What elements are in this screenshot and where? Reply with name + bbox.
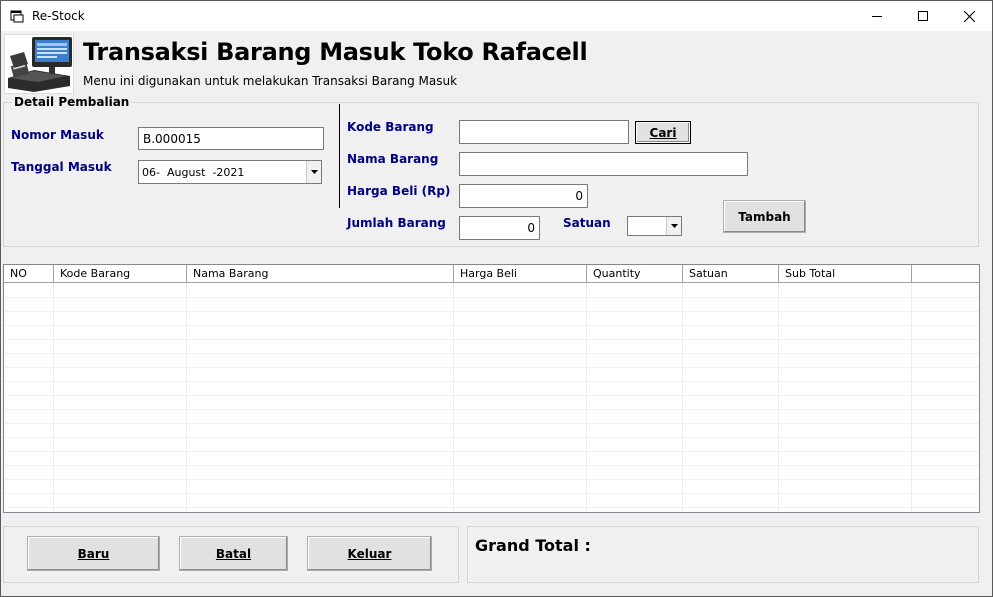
chevron-down-icon: [670, 224, 678, 228]
chevron-down-icon: [310, 170, 318, 174]
table-header: NO Kode Barang Nama Barang Harga Beli Qu…: [4, 265, 979, 283]
grid-row-line: [4, 507, 979, 508]
app-window-icon: [10, 10, 24, 23]
title-bar: Re-Stock: [1, 1, 992, 31]
grid-row-line: [4, 479, 979, 480]
baru-button[interactable]: Baru: [27, 536, 160, 571]
batal-button[interactable]: Batal: [179, 536, 288, 571]
nomor-masuk-label: Nomor Masuk: [11, 128, 104, 142]
table-body: [4, 283, 979, 512]
cari-button[interactable]: Cari: [635, 121, 691, 144]
grid-row-line: [4, 437, 979, 438]
keluar-button-label: Keluar: [347, 546, 392, 561]
nomor-masuk-field[interactable]: B.000015: [138, 127, 324, 150]
close-button[interactable]: [946, 1, 992, 31]
grid-row-line: [4, 409, 979, 410]
grid-row-line: [4, 311, 979, 312]
kode-barang-label: Kode Barang: [347, 120, 434, 134]
column-header-satuan[interactable]: Satuan: [683, 265, 779, 282]
maximize-button[interactable]: [900, 1, 946, 31]
items-table[interactable]: NO Kode Barang Nama Barang Harga Beli Qu…: [3, 264, 980, 513]
grid-row-line: [4, 493, 979, 494]
tambah-button[interactable]: Tambah: [723, 200, 806, 233]
grid-row-line: [4, 339, 979, 340]
harga-beli-label: Harga Beli (Rp): [347, 184, 451, 198]
page-title: Transaksi Barang Masuk Toko Rafacell: [83, 38, 588, 66]
column-header-filler: [912, 265, 979, 282]
kode-barang-field[interactable]: [459, 120, 629, 144]
window-title: Re-Stock: [32, 9, 85, 23]
maximize-icon: [918, 11, 928, 21]
keluar-button[interactable]: Keluar: [307, 536, 432, 571]
harga-beli-field[interactable]: 0: [459, 184, 588, 208]
nama-barang-label: Nama Barang: [347, 152, 439, 166]
detail-group-label: Detail Pembalian: [12, 95, 132, 109]
grand-total-label: Grand Total :: [475, 536, 591, 555]
cash-register-icon: [4, 34, 74, 94]
satuan-label: Satuan: [563, 216, 611, 230]
grid-row-line: [4, 367, 979, 368]
tanggal-masuk-label: Tanggal Masuk: [11, 160, 112, 174]
grid-row-line: [4, 451, 979, 452]
column-header-quantity[interactable]: Quantity: [587, 265, 683, 282]
column-header-kode-barang[interactable]: Kode Barang: [54, 265, 187, 282]
grid-row-line: [4, 395, 979, 396]
minimize-button[interactable]: [854, 1, 900, 31]
satuan-dropdown-button[interactable]: [666, 217, 681, 235]
column-header-harga-beli[interactable]: Harga Beli: [454, 265, 587, 282]
column-header-sub-total[interactable]: Sub Total: [779, 265, 912, 282]
column-header-nama-barang[interactable]: Nama Barang: [187, 265, 454, 282]
nama-barang-field[interactable]: [459, 152, 748, 176]
jumlah-barang-field[interactable]: 0: [459, 216, 540, 240]
satuan-select[interactable]: [627, 216, 682, 236]
page-subtitle: Menu ini digunakan untuk melakukan Trans…: [83, 74, 458, 88]
grid-row-line: [4, 325, 979, 326]
cari-button-label: Cari: [649, 125, 677, 140]
date-dropdown-button[interactable]: [306, 161, 321, 183]
tanggal-masuk-value: 06- August -2021: [142, 165, 245, 179]
grid-row-line: [4, 465, 979, 466]
grid-row-line: [4, 353, 979, 354]
tambah-button-label: Tambah: [738, 209, 791, 224]
minimize-icon: [872, 16, 882, 17]
grid-row-line: [4, 381, 979, 382]
grid-row-line: [4, 297, 979, 298]
divider: [339, 104, 340, 208]
column-header-no[interactable]: NO: [4, 265, 54, 282]
grid-row-line: [4, 423, 979, 424]
tanggal-masuk-picker[interactable]: 06- August -2021: [138, 160, 322, 184]
close-icon: [963, 10, 975, 22]
batal-button-label: Batal: [215, 546, 252, 561]
restock-window: Re-Stock Transaksi Barang Masuk Toko Raf…: [0, 0, 993, 597]
page-header: Transaksi Barang Masuk Toko Rafacell Men…: [1, 32, 992, 94]
baru-button-label: Baru: [77, 546, 110, 561]
jumlah-barang-label: Jumlah Barang: [347, 216, 446, 230]
